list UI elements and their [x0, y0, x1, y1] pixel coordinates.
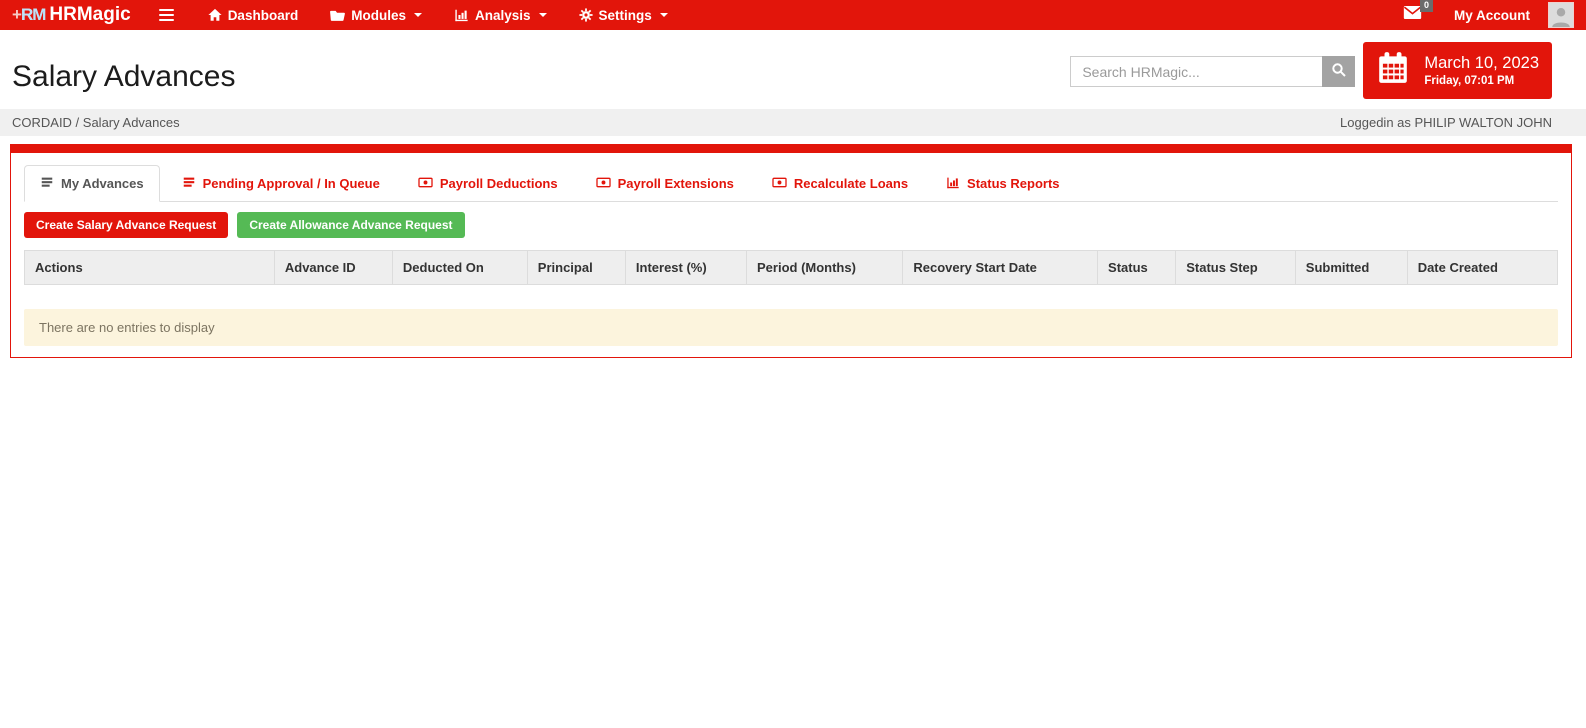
tab-payroll-deductions[interactable]: Payroll Deductions [402, 165, 574, 202]
date-text: March 10, 2023 [1424, 54, 1539, 73]
action-buttons-row: Create Salary Advance Request Create All… [24, 212, 1558, 238]
column-header-period: Period (Months) [747, 251, 903, 285]
home-icon [208, 8, 222, 22]
avatar[interactable] [1548, 2, 1574, 28]
list-icon [182, 175, 196, 192]
calendar-icon [1376, 51, 1410, 90]
nav-item-label: Modules [351, 8, 406, 23]
money-icon [418, 176, 433, 192]
tab-status-reports[interactable]: Status Reports [930, 165, 1075, 202]
advances-table: Actions Advance ID Deducted On Principal… [24, 250, 1558, 285]
nav-item-label: Dashboard [228, 8, 299, 23]
chevron-down-icon [660, 13, 668, 17]
tab-recalculate-loans[interactable]: Recalculate Loans [756, 165, 924, 202]
breadcrumb-bar: CORDAID / Salary Advances Loggedin as PH… [0, 109, 1586, 136]
sidebar-toggle-hamburger-icon[interactable] [159, 9, 174, 22]
chevron-down-icon [414, 13, 422, 17]
gear-icon [579, 8, 593, 22]
list-icon [40, 175, 54, 192]
tab-label: Payroll Deductions [440, 176, 558, 191]
date-time-widget[interactable]: March 10, 2023 Friday, 07:01 PM [1363, 42, 1552, 99]
tab-label: Pending Approval / In Queue [203, 176, 380, 191]
main-menu: Dashboard Modules Analysis Settings [192, 0, 684, 30]
money-icon [772, 176, 787, 192]
search-button[interactable] [1322, 56, 1355, 87]
nav-item-label: Analysis [475, 8, 531, 23]
tab-bar: My Advances Pending Approval / In Queue … [24, 165, 1558, 202]
tab-my-advances[interactable]: My Advances [24, 165, 160, 202]
brand-name: HRMagic [49, 4, 130, 26]
money-icon [596, 176, 611, 192]
my-account-button[interactable]: My Account [1454, 8, 1530, 23]
bar-chart-icon [454, 8, 469, 22]
logged-in-as-text: Loggedin as PHILIP WALTON JOHN [1340, 115, 1552, 130]
top-navbar: +RM HRMagic Dashboard Modules Analysis [0, 0, 1586, 30]
chevron-down-icon [539, 13, 547, 17]
bar-chart-icon [946, 176, 960, 192]
brand[interactable]: +RM HRMagic [12, 4, 131, 26]
tab-payroll-extensions[interactable]: Payroll Extensions [580, 165, 750, 202]
nav-item-settings[interactable]: Settings [563, 0, 684, 30]
column-header-actions: Actions [25, 251, 275, 285]
folder-icon [330, 9, 345, 22]
tab-label: Payroll Extensions [618, 176, 734, 191]
empty-state-message: There are no entries to display [24, 309, 1558, 346]
column-header-status: Status [1098, 251, 1176, 285]
tab-label: Status Reports [967, 176, 1059, 191]
tab-label: Recalculate Loans [794, 176, 908, 191]
navbar-right: 0 My Account [1403, 2, 1574, 28]
column-header-interest: Interest (%) [625, 251, 746, 285]
breadcrumb: CORDAID / Salary Advances [12, 115, 180, 130]
day-time-text: Friday, 07:01 PM [1424, 75, 1539, 87]
tab-label: My Advances [61, 176, 144, 191]
column-header-status-step: Status Step [1176, 251, 1296, 285]
search-input[interactable] [1070, 56, 1322, 87]
table-header-row: Actions Advance ID Deducted On Principal… [25, 251, 1558, 285]
column-header-principal: Principal [527, 251, 625, 285]
page-title: Salary Advances [12, 60, 235, 94]
column-header-submitted: Submitted [1295, 251, 1407, 285]
tab-pending-approval[interactable]: Pending Approval / In Queue [166, 165, 396, 202]
column-header-recovery-start-date: Recovery Start Date [903, 251, 1098, 285]
messages-button[interactable]: 0 [1403, 6, 1422, 24]
column-header-date-created: Date Created [1407, 251, 1557, 285]
nav-item-dashboard[interactable]: Dashboard [192, 0, 315, 30]
messages-count-badge: 0 [1420, 0, 1433, 12]
search-group [1070, 56, 1355, 87]
salary-advances-panel: My Advances Pending Approval / In Queue … [10, 144, 1572, 358]
hrmagic-logo-icon: +RM [12, 5, 45, 25]
create-allowance-advance-request-button[interactable]: Create Allowance Advance Request [237, 212, 464, 238]
column-header-deducted-on: Deducted On [392, 251, 527, 285]
search-icon [1331, 62, 1347, 81]
column-header-advance-id: Advance ID [274, 251, 392, 285]
create-salary-advance-request-button[interactable]: Create Salary Advance Request [24, 212, 228, 238]
nav-item-modules[interactable]: Modules [314, 0, 438, 30]
nav-item-analysis[interactable]: Analysis [438, 0, 563, 30]
page-header: Salary Advances March 10, 2023 Friday, 0… [0, 30, 1586, 109]
nav-item-label: Settings [599, 8, 652, 23]
